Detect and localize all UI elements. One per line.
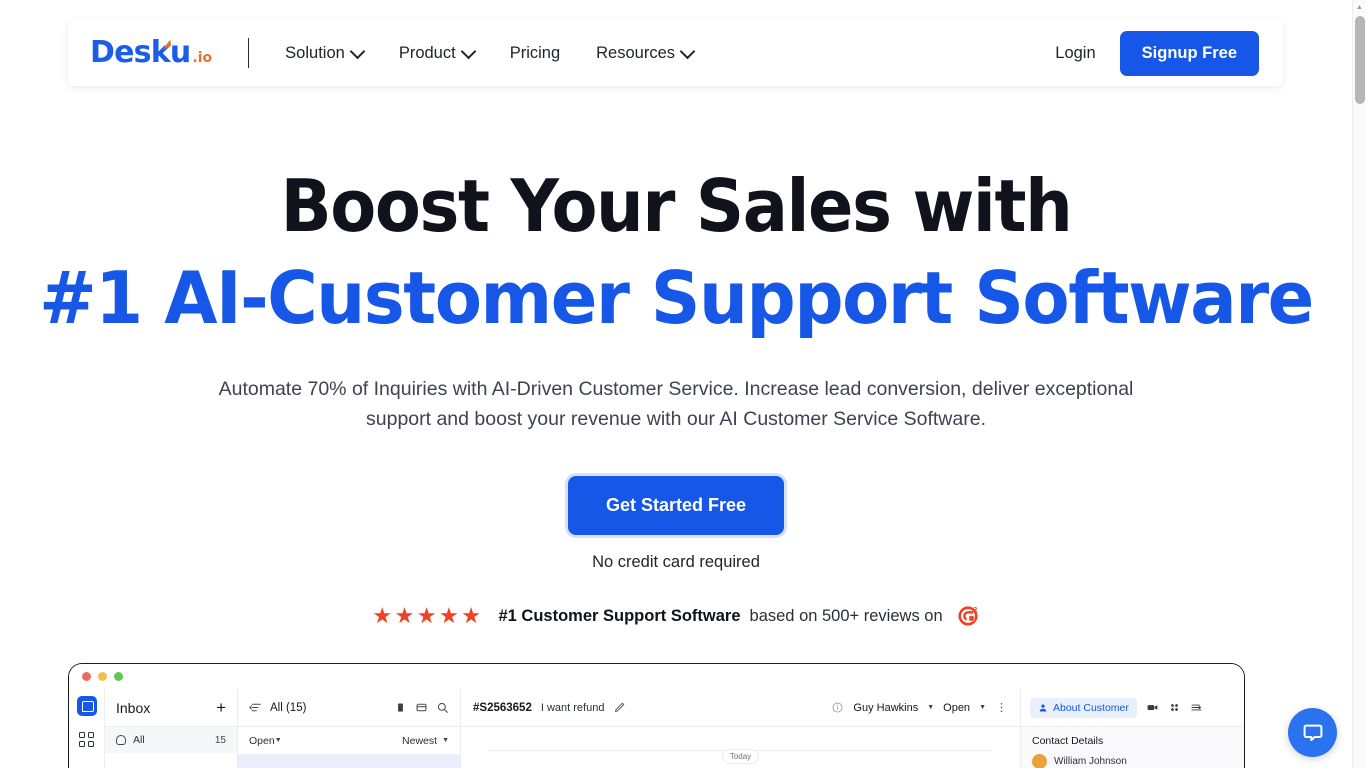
- mockup-panel-header: About Customer: [1021, 689, 1244, 727]
- chevron-down-icon: ▼: [927, 704, 935, 711]
- add-inbox-icon[interactable]: +: [216, 699, 226, 716]
- nav-item-solution[interactable]: Solution: [285, 44, 363, 63]
- mockup-ticket-list-column: All (15) Open ▼ Newest ▼: [238, 689, 461, 768]
- site-header: Desku .io Solution Product Pricing Resou…: [68, 20, 1283, 86]
- search-icon[interactable]: [436, 701, 449, 714]
- header-divider: [248, 38, 250, 68]
- mockup-ticket-id: #S2563652: [473, 701, 532, 714]
- layout-icon[interactable]: [415, 701, 428, 714]
- mockup-sidebar-rail: [69, 689, 105, 768]
- mockup-ticket-list-label: All (15): [270, 701, 307, 714]
- svg-text:2: 2: [973, 607, 977, 614]
- get-started-free-button[interactable]: Get Started Free: [567, 476, 785, 535]
- contact-details-title: Contact Details: [1032, 735, 1104, 747]
- mockup-ticket-list-header: All (15): [238, 689, 460, 727]
- signup-free-button[interactable]: Signup Free: [1119, 30, 1259, 76]
- mockup-customer-panel: About Customer Contact Details William J…: [1021, 689, 1244, 768]
- headline-line-2: #1 AI-Customer Support Software: [39, 256, 1314, 340]
- mockup-ticket-subject: I want refund: [540, 701, 605, 714]
- nav-label-resources: Resources: [596, 43, 675, 62]
- mockup-filter-sort[interactable]: Newest: [402, 735, 437, 747]
- page-scrollbar[interactable]: ▲: [1352, 0, 1366, 768]
- about-customer-label: About Customer: [1053, 701, 1129, 714]
- chevron-down-icon: ▼: [274, 737, 282, 744]
- scroll-up-arrow-icon[interactable]: ▲: [1353, 0, 1366, 14]
- scrollbar-thumb[interactable]: [1355, 16, 1365, 104]
- g2-logo-icon: 2: [956, 604, 980, 628]
- nav-item-resources[interactable]: Resources: [596, 44, 693, 63]
- login-link[interactable]: Login: [1055, 44, 1095, 63]
- chevron-down-icon: ▼: [442, 737, 449, 744]
- sort-icon[interactable]: [249, 701, 262, 714]
- window-chrome: [69, 664, 1244, 689]
- chat-bubble-icon: [1303, 724, 1322, 741]
- video-icon[interactable]: [1146, 701, 1159, 714]
- mockup-inbox-row-partial[interactable]: [105, 753, 237, 768]
- mockup-inbox-header: Inbox +: [105, 689, 237, 727]
- close-window-dot-icon: [82, 672, 91, 681]
- maximize-window-dot-icon: [114, 672, 123, 681]
- mockup-conversation-header: #S2563652 I want refund Guy Hawkins ▼ Op…: [461, 689, 1020, 727]
- contact-row[interactable]: William Johnson: [1032, 754, 1233, 768]
- nav-label-pricing: Pricing: [509, 43, 561, 62]
- apps-grid-icon: [79, 732, 94, 747]
- nav-label-product: Product: [398, 43, 456, 62]
- people-icon: [116, 735, 126, 745]
- contact-name: William Johnson: [1054, 756, 1127, 767]
- nav-item-pricing[interactable]: Pricing: [510, 44, 560, 63]
- mockup-inbox-column: Inbox + All 15: [105, 689, 238, 768]
- mockup-panel-body: Contact Details William Johnson: [1021, 727, 1244, 768]
- mockup-body: Inbox + All 15 All (15) Open ▼ Newest ▼ …: [69, 689, 1244, 768]
- mockup-inbox-row-all[interactable]: All 15: [105, 727, 237, 753]
- mockup-conversation-column: #S2563652 I want refund Guy Hawkins ▼ Op…: [461, 689, 1021, 768]
- chevron-down-icon: [463, 46, 474, 57]
- mockup-ticket-filters: Open ▼ Newest ▼: [238, 727, 460, 755]
- app-screenshot-mockup: Inbox + All 15 All (15) Open ▼ Newest ▼ …: [68, 663, 1245, 768]
- logo-suffix: .io: [192, 50, 213, 66]
- kebab-menu-icon[interactable]: [995, 701, 1008, 714]
- chevron-down-icon: [352, 46, 363, 57]
- mockup-filter-status[interactable]: Open: [249, 735, 275, 747]
- headline-line-1: Boost Your Sales with: [280, 164, 1073, 248]
- mockup-date-label: Today: [721, 748, 760, 764]
- rating-rest-text: based on 500+ reviews on: [749, 606, 943, 625]
- apps-icon[interactable]: [1168, 701, 1181, 714]
- star-rating-icon: ★★★★★: [372, 603, 484, 628]
- mockup-ticket-list-selected-row[interactable]: [238, 755, 460, 768]
- mockup-inbox-row-count: 15: [214, 734, 226, 746]
- logo[interactable]: Desku .io: [90, 38, 212, 68]
- minimize-window-dot-icon: [98, 672, 107, 681]
- nav-item-product[interactable]: Product: [399, 44, 474, 63]
- pencil-icon[interactable]: [613, 701, 626, 714]
- desku-app-icon: [76, 696, 97, 716]
- mockup-inbox-title: Inbox: [116, 699, 151, 716]
- chevron-down-icon: ▼: [979, 704, 986, 711]
- mockup-inbox-row-label: All: [133, 734, 145, 746]
- person-icon: [1039, 704, 1047, 711]
- archive-icon[interactable]: [394, 701, 407, 714]
- nav-label-solution: Solution: [285, 43, 345, 62]
- no-credit-card-note: No credit card required: [592, 553, 760, 571]
- about-customer-tab[interactable]: About Customer: [1030, 697, 1137, 718]
- mockup-assignee-name[interactable]: Guy Hawkins: [853, 702, 918, 714]
- chat-widget-button[interactable]: [1288, 708, 1337, 757]
- hero-subtitle: Automate 70% of Inquiries with AI-Driven…: [218, 378, 1134, 430]
- mockup-filter-sort-group: Newest ▼: [402, 735, 449, 747]
- list-icon[interactable]: [1190, 701, 1203, 714]
- page-root: Desku .io Solution Product Pricing Resou…: [0, 0, 1352, 768]
- main-nav: Solution Product Pricing Resources: [285, 44, 693, 63]
- header-actions: Login Signup Free: [1055, 30, 1259, 76]
- avatar: [1032, 754, 1047, 768]
- rating-bold-text: #1 Customer Support Software: [498, 606, 741, 625]
- rating-row: ★★★★★ #1 Customer Support Software based…: [0, 604, 1352, 628]
- chevron-down-icon: [682, 46, 693, 57]
- mockup-ticket-status[interactable]: Open: [943, 702, 970, 714]
- hero-section: Boost Your Sales with #1 AI-Customer Sup…: [0, 160, 1352, 628]
- mockup-date-divider: Today: [461, 727, 1020, 767]
- info-circle-icon[interactable]: [831, 701, 844, 714]
- logo-text: Desku: [90, 35, 191, 70]
